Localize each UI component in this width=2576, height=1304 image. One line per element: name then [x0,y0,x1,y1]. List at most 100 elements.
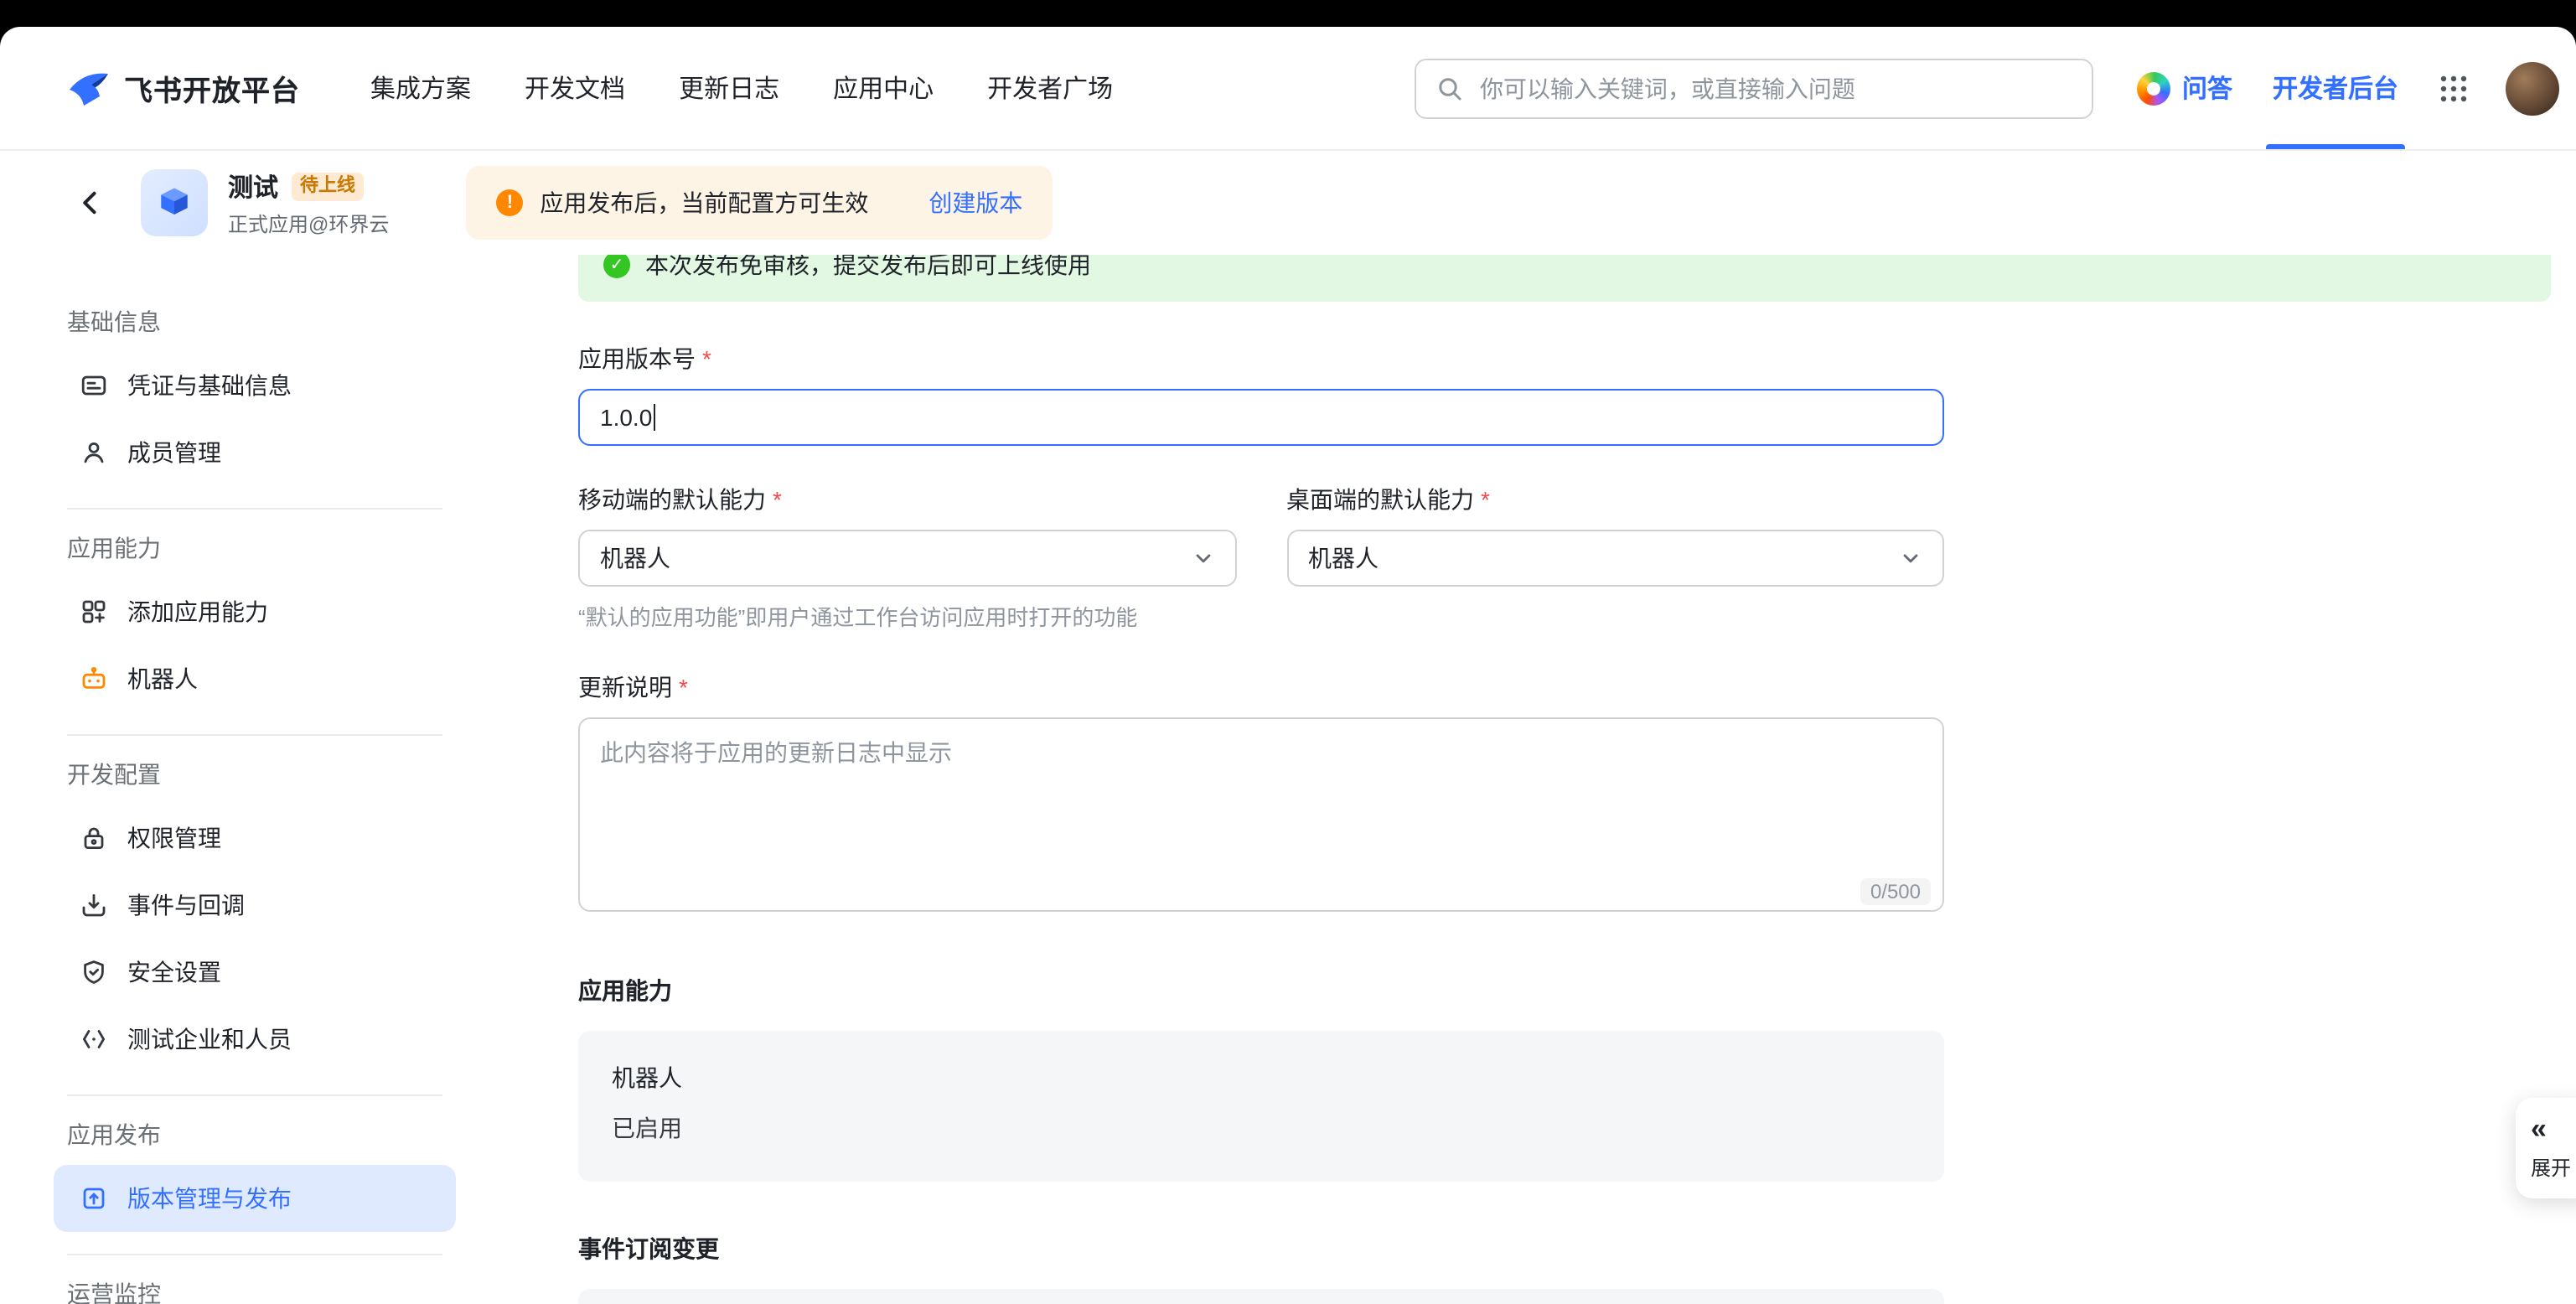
nav-item-integration[interactable]: 集成方案 [370,70,471,106]
qa-label: 问答 [2182,70,2232,106]
sidebar-section-basic: 基础信息 [54,305,456,339]
publish-notice: ! 应用发布后，当前配置方可生效 创建版本 [466,166,1053,240]
sidebar-item-credentials[interactable]: 凭证与基础信息 [54,352,456,419]
back-button[interactable] [70,183,111,223]
capability-section-title: 应用能力 [578,974,1944,1007]
app-icon [141,169,208,236]
sidebar-item-add-capability[interactable]: 添加应用能力 [54,578,456,645]
nav-item-docs[interactable]: 开发文档 [525,70,625,106]
success-check-icon: ✓ [603,255,630,278]
feishu-logo[interactable]: 飞书开放平台 [67,67,300,109]
sidebar-divider [67,734,442,736]
text-caret [654,404,655,431]
search-box[interactable] [1415,58,2093,118]
sidebar-divider [67,1254,442,1255]
screen: 飞书开放平台 集成方案 开发文档 更新日志 应用中心 开发者广场 [0,0,2576,1304]
default-capability-row: 移动端的默认能力* 机器人 桌面端的默认能力* [578,483,1944,587]
apps-grid-icon[interactable] [2439,73,2469,103]
sidebar-item-test-org[interactable]: 测试企业和人员 [54,1006,456,1073]
sidebar-section-dev-config: 开发配置 [54,758,456,791]
app-name: 测试 [228,168,278,204]
top-navigation: 飞书开放平台 集成方案 开发文档 更新日志 应用中心 开发者广场 [0,27,2576,151]
sidebar-item-label: 事件与回调 [127,888,245,922]
release-notes-textarea[interactable] [578,717,1944,912]
content-row: 基础信息 凭证与基础信息 成员管理 应用能力 [0,255,2576,1304]
create-version-link[interactable]: 创建版本 [928,186,1022,220]
publish-icon [80,1185,107,1212]
sidebar-item-members[interactable]: 成员管理 [54,419,456,486]
sidebar: 基础信息 凭证与基础信息 成员管理 应用能力 [0,255,496,1304]
qa-link[interactable]: 问答 [2137,70,2232,106]
nav-item-marketplace[interactable]: 开发者广场 [987,70,1113,106]
sidebar-item-bot[interactable]: 机器人 [54,645,456,712]
sidebar-item-label: 安全设置 [127,955,221,989]
sidebar-item-label: 添加应用能力 [127,595,268,629]
console-tab[interactable]: 开发者后台 [2269,27,2402,149]
notice-text: 应用发布后，当前配置方可生效 [540,186,868,220]
qa-icon [2137,71,2170,105]
expand-label: 展开 [2531,1153,2571,1182]
header-actions: 问答 开发者后台 [2137,27,2559,149]
sidebar-divider [67,1094,442,1096]
mobile-default-label: 移动端的默认能力* [578,483,1236,516]
release-notes-label: 更新说明* [578,670,1944,704]
feishu-logo-icon [67,68,111,108]
members-icon [80,439,107,466]
main-content: ✓ 本次发布免审核，提交发布后即可上线使用 应用版本号* 1.0.0 移动端的默… [496,255,2576,1304]
sidebar-section-ops: 运营监控 [54,1277,456,1304]
nav-item-app-center[interactable]: 应用中心 [833,70,934,106]
chevron-down-icon [1191,546,1214,570]
version-input[interactable]: 1.0.0 [578,389,1944,446]
collapse-icon: « [2531,1115,2547,1145]
required-asterisk: * [679,674,688,701]
sidebar-item-label: 成员管理 [127,436,221,469]
version-field-label: 应用版本号* [578,342,1944,375]
warning-icon: ! [496,189,523,216]
mobile-default-field: 移动端的默认能力* 机器人 [578,483,1236,587]
credentials-icon [80,372,107,399]
required-asterisk: * [773,486,782,513]
sidebar-item-label: 权限管理 [127,821,221,855]
chevron-down-icon [1899,546,1922,570]
success-banner-text: 本次发布免审核，提交发布后即可上线使用 [645,255,1091,282]
sidebar-item-security[interactable]: 安全设置 [54,939,456,1006]
sidebar-item-permissions[interactable]: 权限管理 [54,805,456,872]
events-panel [578,1289,1944,1304]
console-tab-label: 开发者后台 [2273,70,2398,106]
capability-status: 已启用 [612,1111,1911,1145]
release-notes-field: 0/500 [578,717,1944,920]
permissions-icon [80,825,107,851]
events-section-title: 事件订阅变更 [578,1232,1944,1265]
sidebar-item-label: 测试企业和人员 [127,1022,292,1056]
browser-window: 飞书开放平台 集成方案 开发文档 更新日志 应用中心 开发者广场 [0,27,2576,1304]
required-asterisk: * [702,345,711,372]
version-form: 应用版本号* 1.0.0 移动端的默认能力* 机器人 [496,255,1944,1304]
sidebar-section-release: 应用发布 [54,1118,456,1151]
app-title-block: 测试 待上线 正式应用@环界云 [228,168,389,237]
app-header-bar: 测试 待上线 正式应用@环界云 ! 应用发布后，当前配置方可生效 创建版本 [0,151,2576,255]
expand-button[interactable]: « 展开 [2516,1098,2576,1198]
search-input[interactable] [1477,73,2072,103]
capability-hint: “默认的应用功能”即用户通过工作台访问应用时打开的功能 [578,603,1944,634]
search-icon [1436,75,1463,101]
capability-name: 机器人 [612,1061,1911,1094]
sidebar-item-version-release[interactable]: 版本管理与发布 [54,1165,456,1232]
version-value: 1.0.0 [600,404,652,431]
sidebar-divider [67,508,442,510]
sidebar-item-events-callbacks[interactable]: 事件与回调 [54,872,456,939]
desktop-default-select[interactable]: 机器人 [1286,530,1944,587]
nav-item-changelog[interactable]: 更新日志 [679,70,779,106]
mobile-default-select[interactable]: 机器人 [578,530,1236,587]
char-counter: 0/500 [1860,878,1931,905]
user-avatar[interactable] [2506,61,2559,115]
sidebar-item-label: 凭证与基础信息 [127,369,292,402]
add-capability-icon [80,598,107,625]
required-asterisk: * [1481,486,1490,513]
logo-text: 飞书开放平台 [124,67,300,109]
desktop-default-field: 桌面端的默认能力* 机器人 [1286,483,1944,587]
primary-nav: 集成方案 开发文档 更新日志 应用中心 开发者广场 [370,70,1113,106]
shield-icon [80,959,107,986]
capability-panel: 机器人 已启用 [578,1031,1944,1182]
sidebar-item-label: 版本管理与发布 [127,1182,292,1215]
desktop-default-value: 机器人 [1308,541,1379,575]
